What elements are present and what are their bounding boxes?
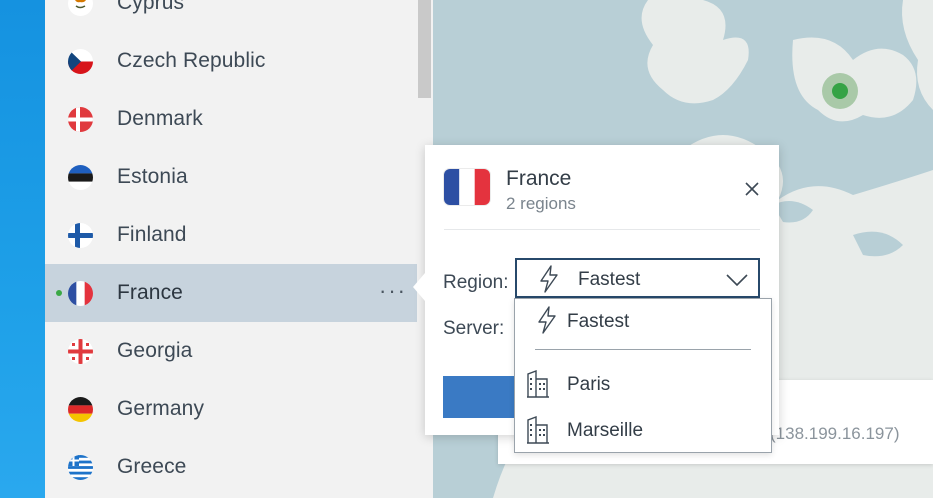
country-row-czech-republic[interactable]: Czech Republic [45,32,417,90]
popup-region-count: 2 regions [506,194,576,213]
country-name: Cyprus [117,0,185,14]
ip-address: (138.199.16.197) [770,424,900,443]
dropdown-separator [535,349,751,350]
more-options-icon[interactable]: ··· [379,278,407,304]
region-selected-value: Fastest [578,269,641,290]
country-name: Greece [117,455,187,478]
czech-flag-icon [68,48,93,74]
connected-indicator [56,290,62,296]
country-name: Czech Republic [117,49,266,72]
country-row-estonia[interactable]: Estonia [45,148,417,206]
building-icon [526,415,550,449]
dropdown-option-label: Paris [567,374,611,395]
desktop-background [0,0,45,498]
country-row-germany[interactable]: Germany [45,380,417,438]
country-row-greece[interactable]: Greece [45,438,417,496]
finland-flag-icon [68,222,93,248]
estonia-flag-icon [68,164,93,190]
country-sidebar: Cyprus Czech Republic Denmark Estonia Fi… [45,0,433,498]
country-name: Germany [117,397,205,420]
country-name: Georgia [117,339,193,362]
country-name: France [117,281,183,304]
france-flag-icon [68,280,93,306]
country-row-finland[interactable]: Finland [45,206,417,264]
building-icon [526,369,550,403]
greece-flag-icon [68,454,93,480]
country-name: Denmark [117,107,203,130]
denmark-flag-icon [68,106,93,132]
germany-flag-icon [68,396,93,422]
server-label: Server: [443,318,505,339]
country-name: Estonia [117,165,188,188]
region-dropdown-menu: Fastest Paris Marseille [514,298,772,453]
france-flag-icon [444,169,490,205]
lightning-icon [538,265,560,298]
popup-country-title: France [506,167,572,190]
country-row-denmark[interactable]: Denmark [45,90,417,148]
dropdown-option-label: Marseille [567,420,644,441]
country-row-georgia[interactable]: Georgia [45,322,417,380]
region-select[interactable]: Fastest [515,258,760,298]
country-list: Cyprus Czech Republic Denmark Estonia Fi… [45,0,417,496]
region-label: Region: [443,272,509,293]
sidebar-scrollbar-thumb[interactable] [418,0,431,98]
close-icon[interactable] [741,178,763,200]
popup-divider [444,229,760,230]
dropdown-option-marseille[interactable]: Marseille [515,410,771,450]
chevron-down-icon [726,273,748,291]
dropdown-option-fastest[interactable]: Fastest [515,301,771,341]
dropdown-option-label: Fastest [567,311,630,332]
popup-pointer [413,273,425,301]
dropdown-option-paris[interactable]: Paris [515,364,771,404]
cyprus-flag-icon [68,0,93,16]
country-row-cyprus[interactable]: Cyprus [45,0,417,32]
country-row-france[interactable]: France ··· [45,264,417,322]
georgia-flag-icon [68,338,93,364]
lightning-icon [536,306,558,339]
country-name: Finland [117,223,187,246]
